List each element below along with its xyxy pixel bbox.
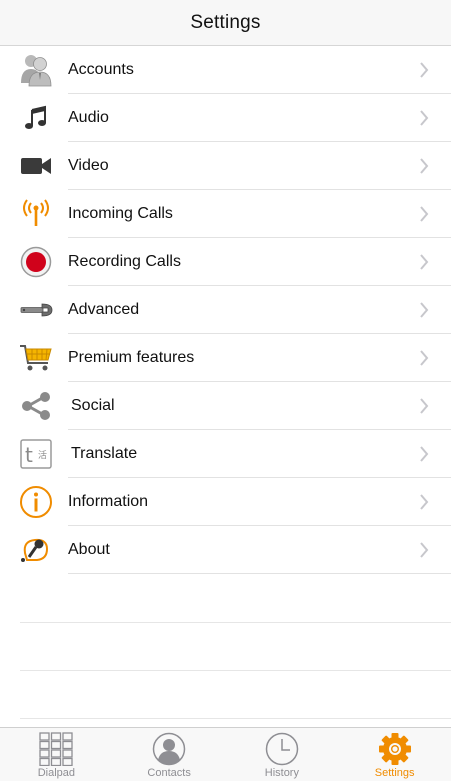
chevron-right-icon: [420, 110, 429, 126]
chevron-right-icon: [420, 254, 429, 270]
empty-row-divider: [20, 622, 451, 623]
settings-item-accounts[interactable]: Accounts: [0, 46, 451, 94]
empty-row-divider: [20, 670, 451, 671]
chevron-right-icon: [420, 62, 429, 78]
settings-item-label: Video: [68, 157, 109, 174]
row-divider: [68, 573, 451, 574]
settings-item-label: Translate: [71, 445, 138, 462]
clock-icon: [265, 732, 299, 766]
wrench-icon: [18, 292, 54, 328]
antenna-icon: [18, 196, 54, 232]
settings-item-label: Premium features: [68, 349, 195, 366]
settings-item-about[interactable]: About: [0, 526, 451, 574]
chevron-right-icon: [420, 542, 429, 558]
tab-bar: Dialpad Contacts History Settings: [0, 727, 451, 781]
tab-label: Dialpad: [37, 767, 76, 779]
settings-item-recording-calls[interactable]: Recording Calls: [0, 238, 451, 286]
settings-item-label: Advanced: [68, 301, 140, 318]
about-icon: [18, 532, 54, 568]
tab-dialpad[interactable]: Dialpad: [0, 728, 113, 781]
settings-item-label: Recording Calls: [68, 253, 181, 270]
chevron-right-icon: [420, 206, 429, 222]
accounts-icon: [18, 52, 54, 88]
music-note-icon: [18, 100, 54, 136]
tab-history[interactable]: History: [226, 728, 339, 781]
settings-item-social[interactable]: Social: [0, 382, 451, 430]
settings-item-label: Incoming Calls: [68, 205, 173, 222]
video-camera-icon: [18, 148, 54, 184]
settings-item-information[interactable]: Information: [0, 478, 451, 526]
navigation-bar: Settings: [0, 0, 451, 46]
shopping-cart-icon: [18, 340, 54, 376]
settings-item-label: Social: [71, 397, 115, 414]
settings-item-label: Audio: [68, 109, 109, 126]
settings-item-label: Information: [68, 493, 149, 510]
contacts-icon: [152, 732, 186, 766]
chevron-right-icon: [420, 350, 429, 366]
settings-item-label: About: [68, 541, 110, 558]
page-title: Settings: [190, 11, 261, 33]
svg-text:t: t: [25, 443, 33, 467]
settings-item-video[interactable]: Video: [0, 142, 451, 190]
translate-icon: t 活: [18, 436, 54, 472]
tab-label: History: [264, 767, 299, 779]
chevron-right-icon: [420, 398, 429, 414]
share-icon: [18, 388, 54, 424]
dialpad-icon: [39, 732, 74, 766]
gear-icon: [378, 732, 412, 766]
svg-text:活: 活: [38, 449, 47, 461]
record-icon: [18, 244, 54, 280]
info-icon: [18, 484, 54, 520]
settings-list: Accounts Audio Video Incoming Calls Reco…: [0, 46, 451, 574]
chevron-right-icon: [420, 494, 429, 510]
settings-item-advanced[interactable]: Advanced: [0, 286, 451, 334]
tab-contacts[interactable]: Contacts: [113, 728, 226, 781]
settings-item-translate[interactable]: t 活 Translate: [0, 430, 451, 478]
tab-label: Settings: [374, 767, 415, 779]
empty-row-divider: [20, 718, 451, 719]
settings-item-audio[interactable]: Audio: [0, 94, 451, 142]
settings-item-label: Accounts: [68, 61, 134, 78]
tab-label: Contacts: [147, 767, 191, 779]
chevron-right-icon: [420, 446, 429, 462]
chevron-right-icon: [420, 158, 429, 174]
chevron-right-icon: [420, 302, 429, 318]
settings-item-incoming-calls[interactable]: Incoming Calls: [0, 190, 451, 238]
tab-settings[interactable]: Settings: [338, 728, 451, 781]
settings-item-premium-features[interactable]: Premium features: [0, 334, 451, 382]
